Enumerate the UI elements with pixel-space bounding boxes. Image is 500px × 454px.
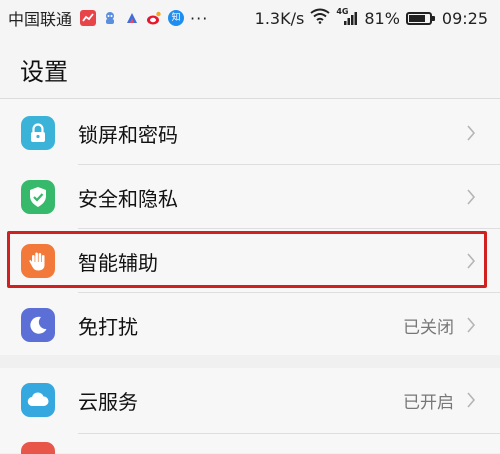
settings-group-primary: 锁屏和密码 安全和隐私 智能辅助 免打扰 已关闭 xyxy=(0,99,500,355)
carrier-name: 中国联通 xyxy=(8,10,73,29)
cloud-icon xyxy=(21,383,55,417)
settings-item-label: 云服务 xyxy=(78,389,138,414)
settings-item-label: 智能辅助 xyxy=(78,250,158,275)
hand-icon xyxy=(21,244,55,278)
weibo-app-icon xyxy=(146,10,162,26)
chevron-right-icon xyxy=(467,392,476,408)
settings-item-security-privacy[interactable]: 安全和隐私 xyxy=(0,165,500,229)
page-title: 设置 xyxy=(20,58,68,86)
settings-item-label: 安全和隐私 xyxy=(78,186,178,211)
stock-app-icon xyxy=(80,10,97,26)
settings-item-status: 已开启 xyxy=(403,392,454,413)
chevron-right-icon xyxy=(467,189,476,205)
settings-item-cloud-service[interactable]: 云服务 已开启 xyxy=(0,368,500,432)
status-bar-left: 中国联通 知 ··· xyxy=(8,0,208,36)
lock-icon xyxy=(21,116,55,150)
more-notifications-dots: ··· xyxy=(190,8,209,28)
zhihu-app-icon: 知 xyxy=(168,10,185,26)
battery-level-fill xyxy=(408,14,425,22)
settings-item-smart-assistance[interactable]: 智能辅助 xyxy=(0,229,500,293)
moon-icon xyxy=(21,308,55,342)
clock: 09:25 xyxy=(441,8,488,28)
status-bar-right: 1.3K/s 4G 81% 09:25 xyxy=(255,0,488,36)
chevron-right-icon xyxy=(467,253,476,269)
shield-check-icon xyxy=(21,180,55,214)
wifi-icon xyxy=(310,8,330,28)
settings-item-label: 锁屏和密码 xyxy=(78,122,178,147)
chevron-right-icon xyxy=(467,125,476,141)
settings-item-status: 已关闭 xyxy=(403,317,454,338)
app-header: 设置 xyxy=(0,36,500,99)
cloud-app-icon xyxy=(102,10,118,26)
cellular-signal-icon: 4G xyxy=(336,7,358,26)
settings-group-secondary: 云服务 已开启 xyxy=(0,368,500,453)
settings-item-lock-screen[interactable]: 锁屏和密码 xyxy=(0,101,500,165)
settings-item-label: 免打扰 xyxy=(78,314,138,339)
battery-percent: 81% xyxy=(364,8,400,28)
divider xyxy=(78,433,500,434)
chevron-right-icon xyxy=(467,317,476,333)
partial-app-icon xyxy=(21,442,55,454)
battery-icon xyxy=(405,11,435,25)
arrow-app-icon xyxy=(124,10,140,26)
settings-item-do-not-disturb[interactable]: 免打扰 已关闭 xyxy=(0,293,500,357)
network-speed: 1.3K/s xyxy=(254,8,305,28)
status-bar: 中国联通 知 ··· 1.3K/s 4G 81% 09:25 xyxy=(0,0,500,36)
